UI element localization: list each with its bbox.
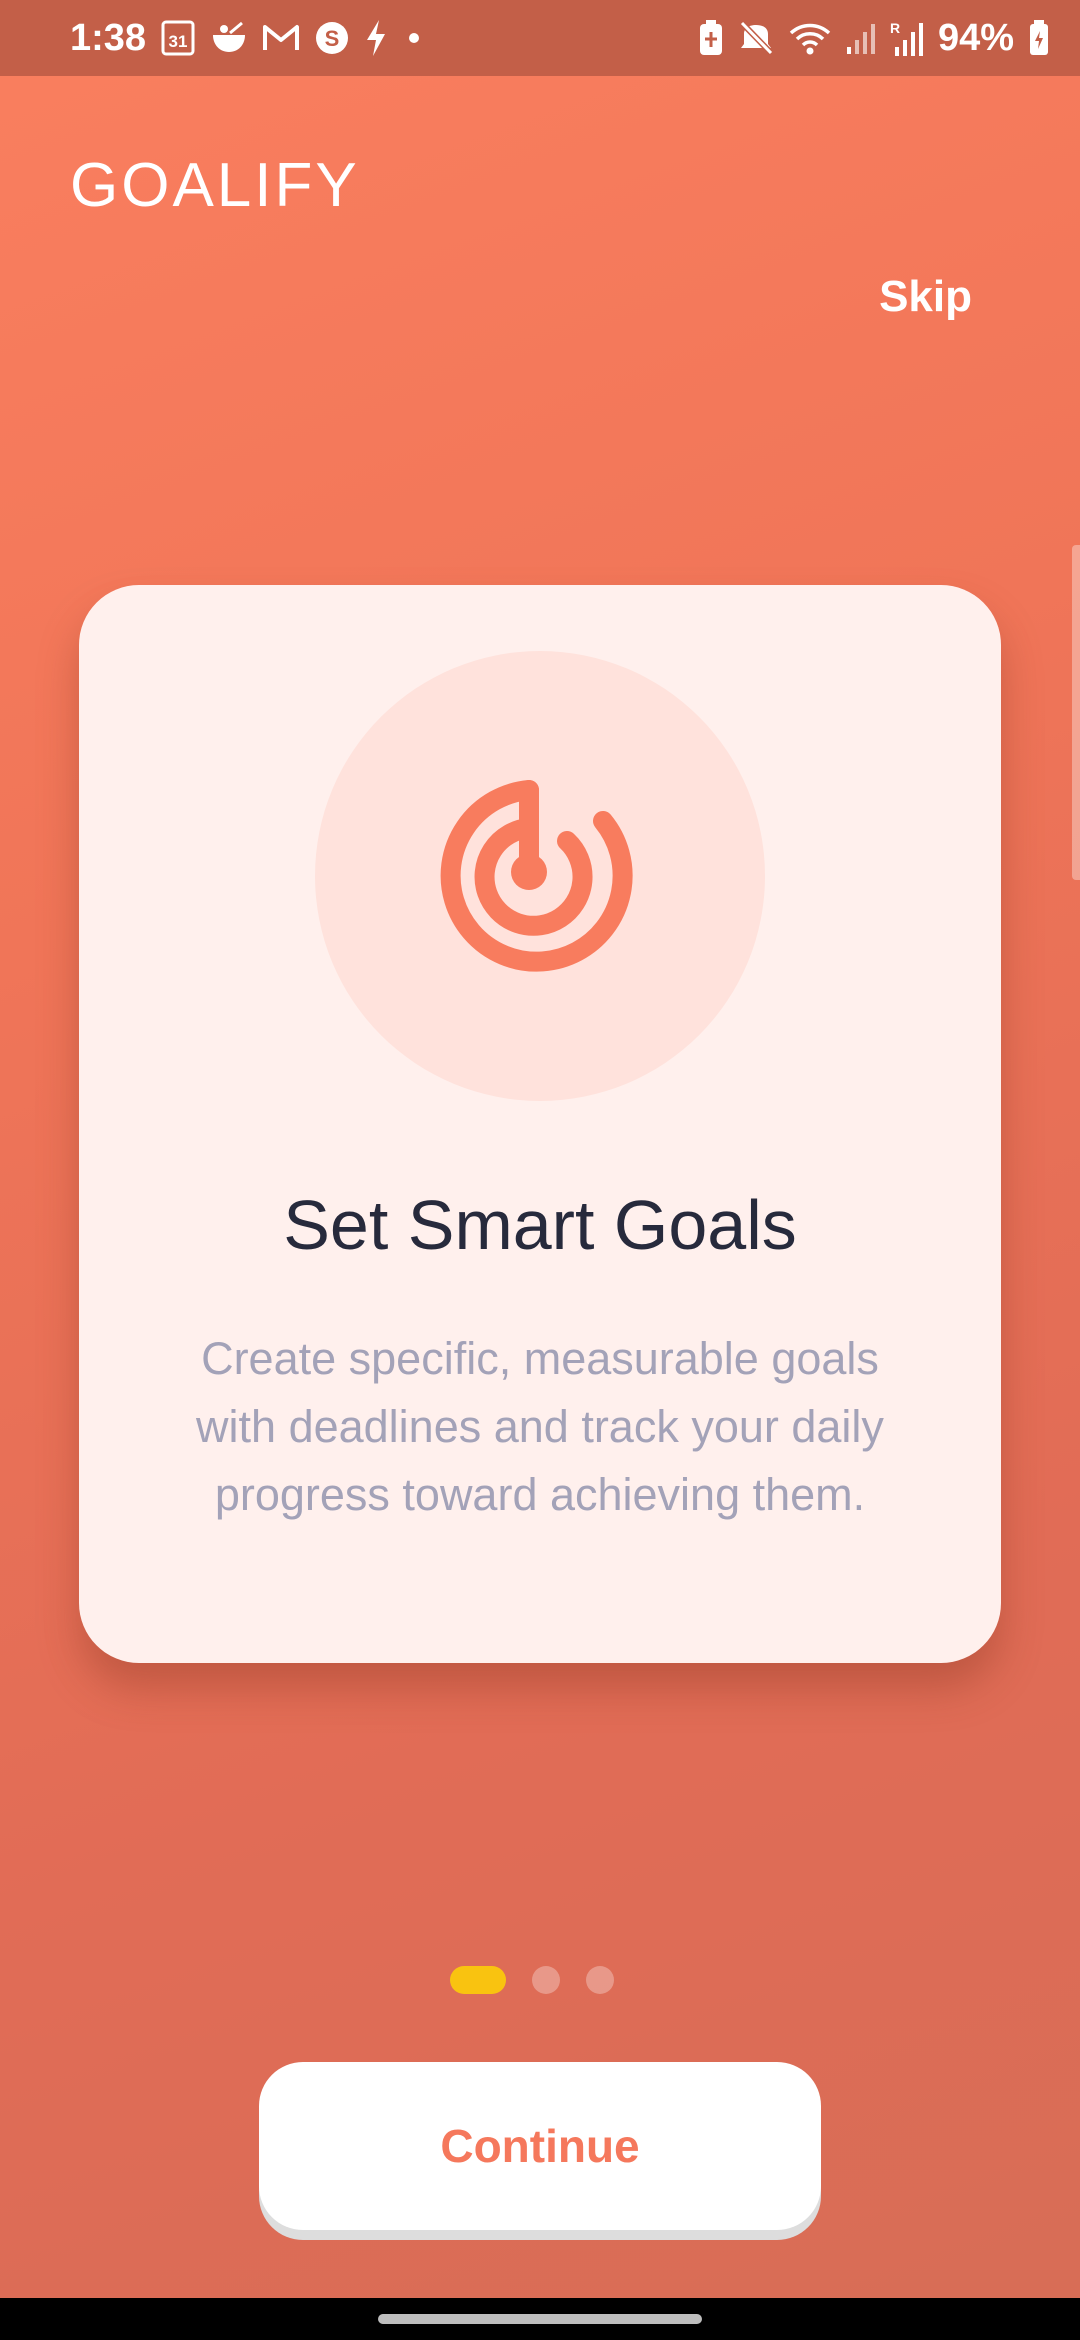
signal-icon <box>846 24 875 54</box>
pagination-dots <box>450 1965 614 1995</box>
mute-icon <box>739 20 774 56</box>
scroll-indicator <box>1072 545 1080 880</box>
card-title: Set Smart Goals <box>283 1186 797 1264</box>
battery-saver-icon <box>699 20 722 55</box>
battery-percentage: 94% <box>937 17 1014 59</box>
card-description: Create specific, measurable goals with d… <box>196 1333 884 1520</box>
dot-icon <box>409 33 419 43</box>
notification-icons: 31 S <box>160 18 426 58</box>
status-time: 1:38 <box>70 17 147 59</box>
gmail-icon <box>263 25 299 50</box>
calendar-day: 31 <box>169 32 188 51</box>
wifi-icon <box>789 23 831 55</box>
roaming-signal-icon: R <box>890 20 923 56</box>
page-dot <box>586 1966 614 1994</box>
target-icon <box>440 780 633 972</box>
icon-circle <box>315 651 765 1101</box>
navigation-bar <box>0 2298 1080 2340</box>
bowl-icon <box>213 21 245 52</box>
page-dot <box>532 1966 560 1994</box>
continue-button[interactable]: Continue <box>259 2062 821 2230</box>
calendar-icon: 31 <box>161 20 195 56</box>
onboarding-card: Set Smart Goals Create specific, measura… <box>79 585 1001 1663</box>
system-status: R 94% <box>698 14 1050 62</box>
app-brand: GOALIFY <box>70 151 360 220</box>
s-app-icon: S <box>316 22 348 54</box>
battery-icon <box>1030 20 1048 55</box>
lightning-icon <box>367 20 385 56</box>
home-handle[interactable] <box>378 2314 702 2324</box>
svg-text:S: S <box>325 26 340 51</box>
svg-text:R: R <box>890 20 900 36</box>
status-bar: 1:38 31 S R 94% <box>0 0 1080 76</box>
skip-button[interactable]: Skip <box>879 272 972 322</box>
page-dot-active <box>450 1966 506 1994</box>
